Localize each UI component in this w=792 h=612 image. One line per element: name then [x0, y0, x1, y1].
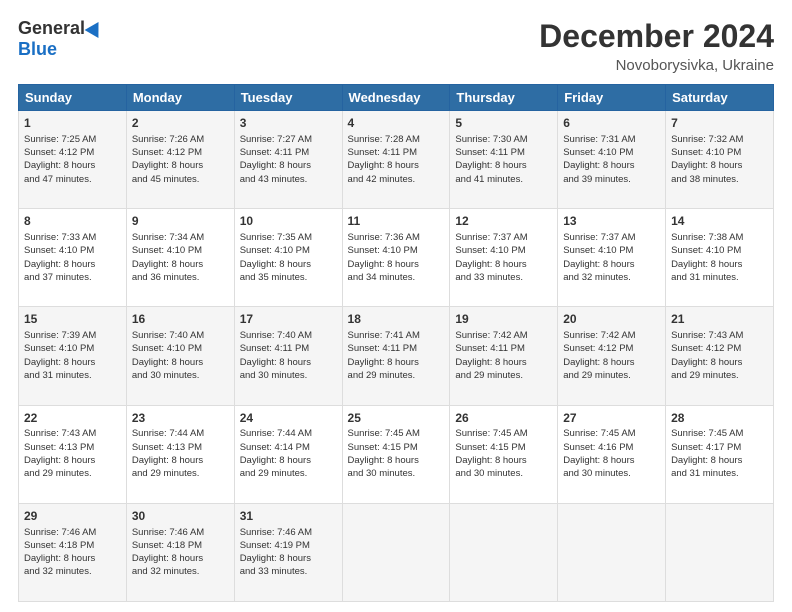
calendar-week-row: 15Sunrise: 7:39 AMSunset: 4:10 PMDayligh…: [19, 307, 774, 405]
logo-general-text: General: [18, 18, 85, 39]
calendar-day-cell: 8Sunrise: 7:33 AMSunset: 4:10 PMDaylight…: [19, 209, 127, 307]
calendar-day-cell: 12Sunrise: 7:37 AMSunset: 4:10 PMDayligh…: [450, 209, 558, 307]
day-number: 30: [132, 508, 229, 525]
day-of-week-header: Sunday: [19, 85, 127, 111]
day-number: 27: [563, 410, 660, 427]
day-of-week-header: Tuesday: [234, 85, 342, 111]
day-number: 8: [24, 213, 121, 230]
calendar-day-cell: [342, 503, 450, 601]
day-number: 12: [455, 213, 552, 230]
day-number: 3: [240, 115, 337, 132]
day-of-week-header: Saturday: [666, 85, 774, 111]
day-number: 2: [132, 115, 229, 132]
calendar-day-cell: 14Sunrise: 7:38 AMSunset: 4:10 PMDayligh…: [666, 209, 774, 307]
calendar-day-cell: 29Sunrise: 7:46 AMSunset: 4:18 PMDayligh…: [19, 503, 127, 601]
calendar-day-cell: 2Sunrise: 7:26 AMSunset: 4:12 PMDaylight…: [126, 111, 234, 209]
day-number: 24: [240, 410, 337, 427]
calendar-day-cell: 5Sunrise: 7:30 AMSunset: 4:11 PMDaylight…: [450, 111, 558, 209]
day-number: 22: [24, 410, 121, 427]
day-number: 16: [132, 311, 229, 328]
calendar-day-cell: 3Sunrise: 7:27 AMSunset: 4:11 PMDaylight…: [234, 111, 342, 209]
calendar-day-cell: 21Sunrise: 7:43 AMSunset: 4:12 PMDayligh…: [666, 307, 774, 405]
logo-blue-text: Blue: [18, 39, 57, 60]
calendar-day-cell: 13Sunrise: 7:37 AMSunset: 4:10 PMDayligh…: [558, 209, 666, 307]
day-number: 6: [563, 115, 660, 132]
calendar-day-cell: 1Sunrise: 7:25 AMSunset: 4:12 PMDaylight…: [19, 111, 127, 209]
calendar-day-cell: 7Sunrise: 7:32 AMSunset: 4:10 PMDaylight…: [666, 111, 774, 209]
day-of-week-header: Friday: [558, 85, 666, 111]
calendar-day-cell: 25Sunrise: 7:45 AMSunset: 4:15 PMDayligh…: [342, 405, 450, 503]
day-of-week-header: Thursday: [450, 85, 558, 111]
calendar-body: 1Sunrise: 7:25 AMSunset: 4:12 PMDaylight…: [19, 111, 774, 602]
day-number: 9: [132, 213, 229, 230]
calendar-table: SundayMondayTuesdayWednesdayThursdayFrid…: [18, 84, 774, 602]
calendar-day-cell: 30Sunrise: 7:46 AMSunset: 4:18 PMDayligh…: [126, 503, 234, 601]
day-number: 13: [563, 213, 660, 230]
day-number: 7: [671, 115, 768, 132]
calendar-day-cell: 22Sunrise: 7:43 AMSunset: 4:13 PMDayligh…: [19, 405, 127, 503]
day-number: 15: [24, 311, 121, 328]
calendar-day-cell: 11Sunrise: 7:36 AMSunset: 4:10 PMDayligh…: [342, 209, 450, 307]
day-number: 26: [455, 410, 552, 427]
calendar-header: SundayMondayTuesdayWednesdayThursdayFrid…: [19, 85, 774, 111]
month-title: December 2024: [539, 18, 774, 55]
calendar-day-cell: 15Sunrise: 7:39 AMSunset: 4:10 PMDayligh…: [19, 307, 127, 405]
calendar-day-cell: 4Sunrise: 7:28 AMSunset: 4:11 PMDaylight…: [342, 111, 450, 209]
day-number: 11: [348, 213, 445, 230]
calendar-day-cell: [666, 503, 774, 601]
day-of-week-header: Monday: [126, 85, 234, 111]
day-number: 4: [348, 115, 445, 132]
calendar-week-row: 8Sunrise: 7:33 AMSunset: 4:10 PMDaylight…: [19, 209, 774, 307]
calendar-day-cell: 23Sunrise: 7:44 AMSunset: 4:13 PMDayligh…: [126, 405, 234, 503]
calendar-day-cell: 18Sunrise: 7:41 AMSunset: 4:11 PMDayligh…: [342, 307, 450, 405]
day-number: 18: [348, 311, 445, 328]
header: General Blue December 2024 Novoborysivka…: [18, 18, 774, 74]
day-number: 28: [671, 410, 768, 427]
day-number: 14: [671, 213, 768, 230]
calendar-day-cell: 6Sunrise: 7:31 AMSunset: 4:10 PMDaylight…: [558, 111, 666, 209]
day-number: 31: [240, 508, 337, 525]
day-number: 19: [455, 311, 552, 328]
page: General Blue December 2024 Novoborysivka…: [0, 0, 792, 612]
day-number: 23: [132, 410, 229, 427]
day-number: 25: [348, 410, 445, 427]
day-number: 10: [240, 213, 337, 230]
calendar-day-cell: [558, 503, 666, 601]
calendar-day-cell: 17Sunrise: 7:40 AMSunset: 4:11 PMDayligh…: [234, 307, 342, 405]
day-number: 21: [671, 311, 768, 328]
calendar: SundayMondayTuesdayWednesdayThursdayFrid…: [18, 84, 774, 602]
calendar-week-row: 22Sunrise: 7:43 AMSunset: 4:13 PMDayligh…: [19, 405, 774, 503]
calendar-day-cell: 9Sunrise: 7:34 AMSunset: 4:10 PMDaylight…: [126, 209, 234, 307]
calendar-day-cell: 24Sunrise: 7:44 AMSunset: 4:14 PMDayligh…: [234, 405, 342, 503]
day-number: 1: [24, 115, 121, 132]
calendar-day-cell: 31Sunrise: 7:46 AMSunset: 4:19 PMDayligh…: [234, 503, 342, 601]
title-block: December 2024 Novoborysivka, Ukraine: [539, 18, 774, 74]
calendar-day-cell: 26Sunrise: 7:45 AMSunset: 4:15 PMDayligh…: [450, 405, 558, 503]
calendar-day-cell: [450, 503, 558, 601]
header-row: SundayMondayTuesdayWednesdayThursdayFrid…: [19, 85, 774, 111]
logo-triangle-icon: [85, 17, 106, 37]
location-title: Novoborysivka, Ukraine: [539, 57, 774, 74]
calendar-day-cell: 27Sunrise: 7:45 AMSunset: 4:16 PMDayligh…: [558, 405, 666, 503]
day-of-week-header: Wednesday: [342, 85, 450, 111]
logo: General Blue: [18, 18, 103, 60]
calendar-day-cell: 20Sunrise: 7:42 AMSunset: 4:12 PMDayligh…: [558, 307, 666, 405]
calendar-day-cell: 19Sunrise: 7:42 AMSunset: 4:11 PMDayligh…: [450, 307, 558, 405]
day-number: 5: [455, 115, 552, 132]
day-number: 20: [563, 311, 660, 328]
day-number: 17: [240, 311, 337, 328]
calendar-day-cell: 28Sunrise: 7:45 AMSunset: 4:17 PMDayligh…: [666, 405, 774, 503]
calendar-week-row: 29Sunrise: 7:46 AMSunset: 4:18 PMDayligh…: [19, 503, 774, 601]
day-number: 29: [24, 508, 121, 525]
calendar-day-cell: 16Sunrise: 7:40 AMSunset: 4:10 PMDayligh…: [126, 307, 234, 405]
calendar-day-cell: 10Sunrise: 7:35 AMSunset: 4:10 PMDayligh…: [234, 209, 342, 307]
calendar-week-row: 1Sunrise: 7:25 AMSunset: 4:12 PMDaylight…: [19, 111, 774, 209]
